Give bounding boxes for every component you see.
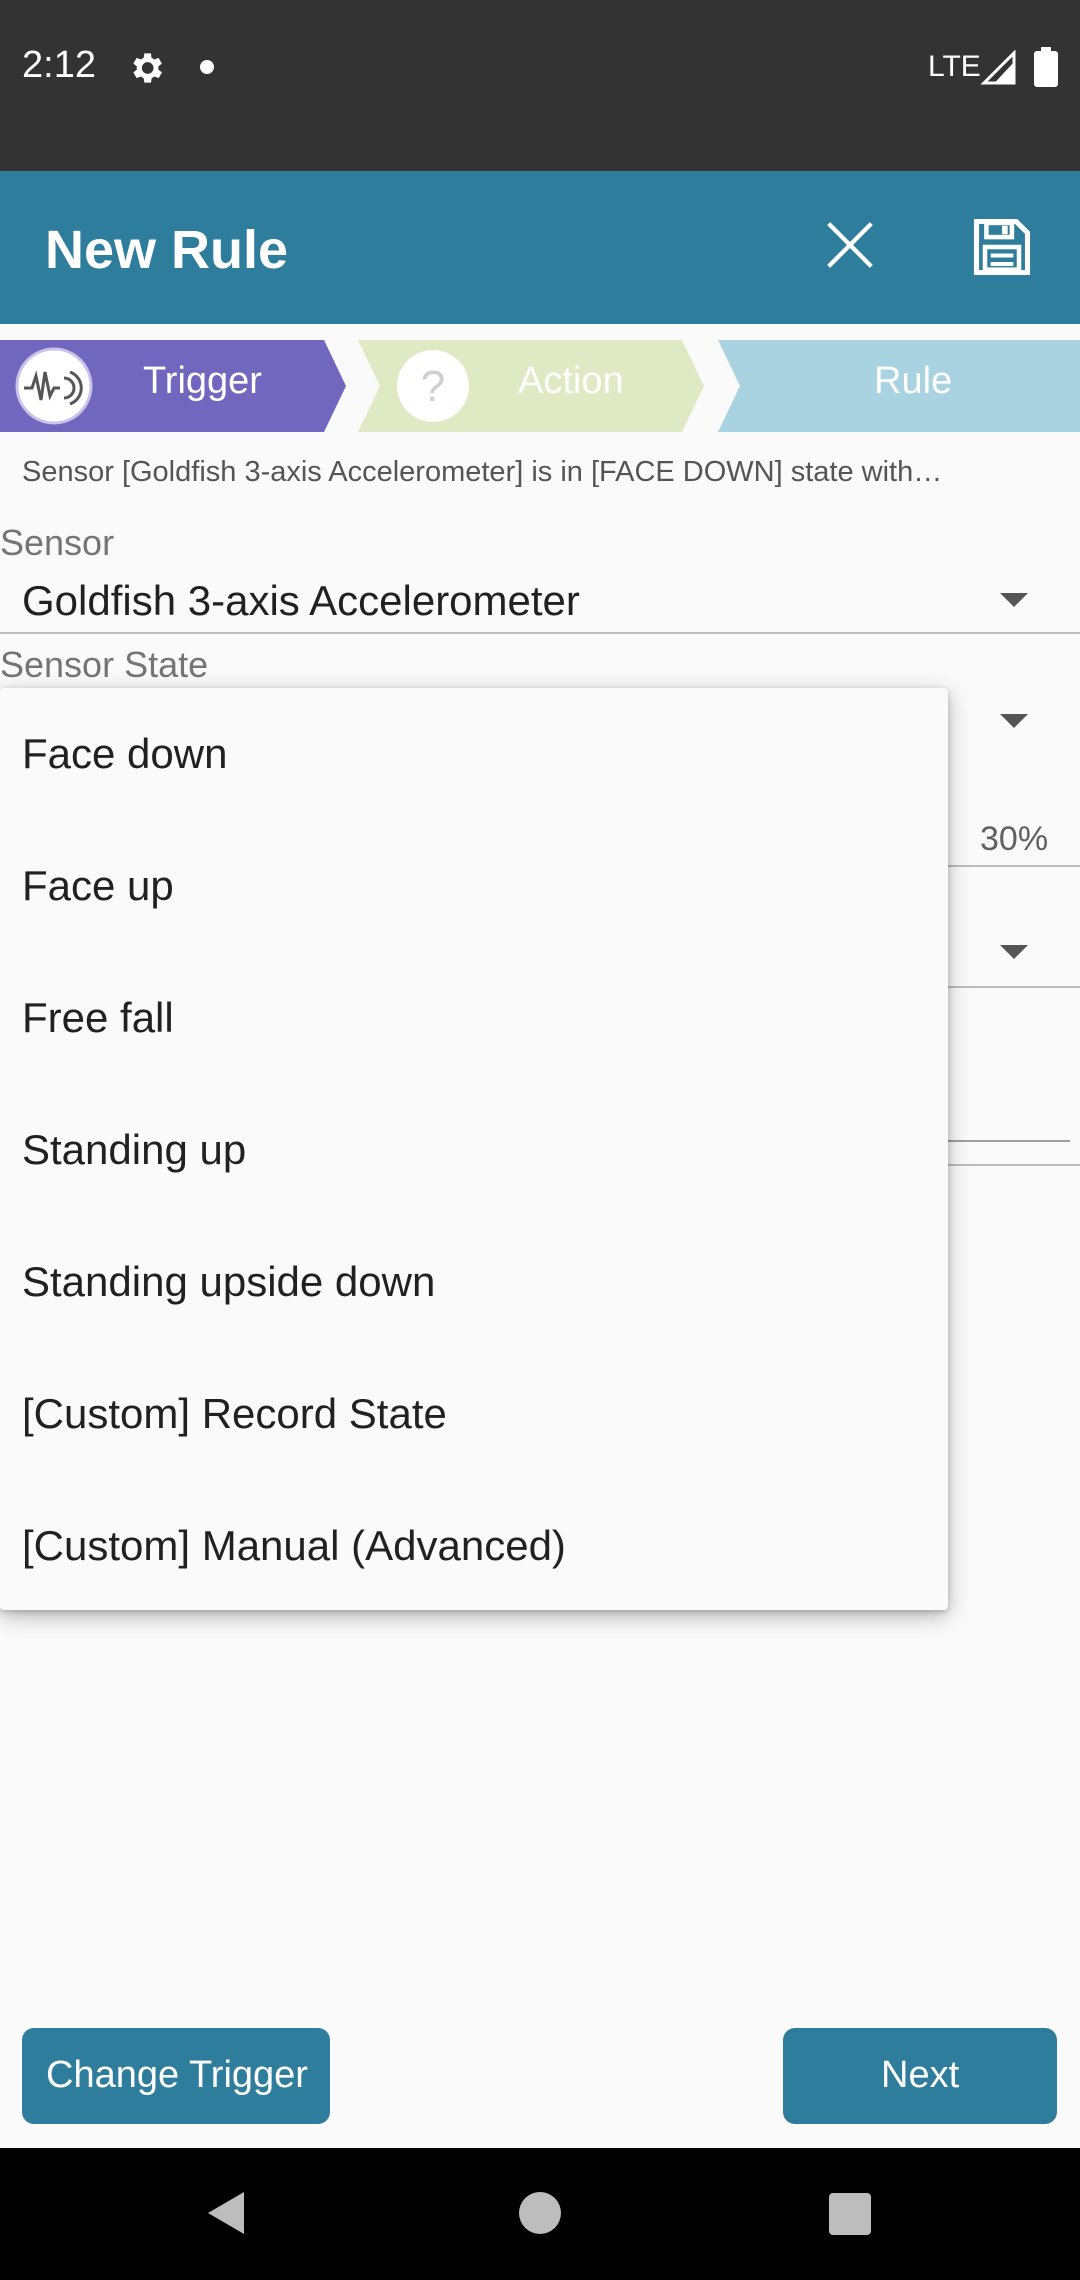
back-icon[interactable]: [206, 2190, 246, 2236]
screen: 2:12 LTE New Rule Trigger ? Action Rule …: [0, 0, 1080, 2280]
step-action-label: Action: [518, 360, 624, 402]
question-icon: ?: [397, 350, 469, 422]
gear-icon: [133, 53, 162, 83]
recent-apps-icon[interactable]: [829, 2193, 871, 2235]
status-bar: 2:12 LTE: [0, 0, 1080, 171]
battery-icon: [1034, 47, 1058, 87]
sensitivity-value: 30%: [980, 820, 1049, 858]
waveform-sensor-icon: [15, 347, 93, 425]
dropdown-item-custom-record-state[interactable]: [Custom] Record State: [0, 1348, 948, 1480]
step-rule[interactable]: Rule: [718, 340, 1080, 432]
dropdown-item-face-up[interactable]: Face up: [0, 820, 948, 952]
dot-icon: [200, 60, 214, 74]
svg-text:?: ?: [421, 362, 445, 411]
floppy-disk-icon[interactable]: [968, 213, 1036, 281]
network-label: LTE: [928, 50, 981, 83]
chevron-down-icon[interactable]: [1000, 714, 1028, 728]
step-rule-label: Rule: [874, 360, 953, 402]
step-trigger-label: Trigger: [143, 360, 262, 402]
sensor-state-dropdown: Face down Face up Free fall Standing up …: [0, 688, 948, 1610]
dropdown-item-custom-manual[interactable]: [Custom] Manual (Advanced): [0, 1480, 948, 1612]
sensor-state-label: Sensor State: [0, 644, 209, 685]
chevron-down-icon: [1000, 593, 1028, 607]
signal-icon: [980, 50, 1016, 85]
change-trigger-button[interactable]: Change Trigger: [22, 2028, 330, 2124]
app-toolbar: New Rule: [0, 171, 1080, 324]
sensor-label: Sensor: [0, 522, 115, 563]
step-indicator: Trigger ? Action Rule: [0, 340, 1080, 432]
step-action[interactable]: ? Action: [358, 340, 706, 432]
field-underline: [948, 1140, 1070, 1142]
home-icon[interactable]: [519, 2192, 561, 2234]
step-trigger[interactable]: Trigger: [0, 340, 348, 432]
chevron-down-icon[interactable]: [1000, 945, 1028, 959]
rule-summary: Sensor [Goldfish 3-axis Accelerometer] i…: [22, 456, 943, 488]
page-title: New Rule: [45, 220, 289, 280]
dropdown-item-standing-upside-down[interactable]: Standing upside down: [0, 1216, 948, 1348]
status-time: 2:12: [22, 44, 96, 86]
sensor-value: Goldfish 3-axis Accelerometer: [22, 577, 580, 624]
navigation-bar: [0, 2148, 1080, 2280]
dropdown-item-face-down[interactable]: Face down: [0, 688, 948, 820]
sensor-underline: [0, 632, 1080, 634]
close-icon[interactable]: [818, 213, 882, 277]
dropdown-item-standing-up[interactable]: Standing up: [0, 1084, 948, 1216]
dropdown-item-free-fall[interactable]: Free fall: [0, 952, 948, 1084]
next-button[interactable]: Next: [783, 2028, 1057, 2124]
